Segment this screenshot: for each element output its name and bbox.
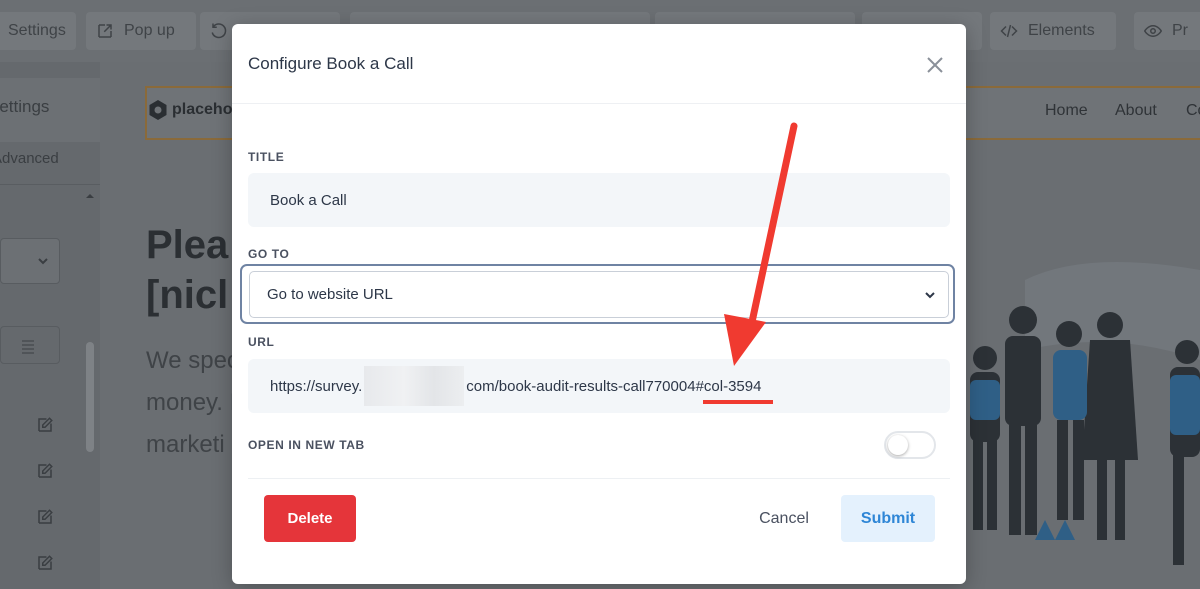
toggle-knob [888,435,908,455]
hexagon-logo-icon [149,100,167,120]
undo-icon [211,23,227,39]
goto-field-label: GO TO [248,247,290,261]
goto-select[interactable]: Go to website URL [249,271,949,318]
toolbar-elements-button[interactable]: Elements [990,12,1116,50]
sidebar-divider [0,184,100,185]
edit-icon[interactable] [36,508,54,526]
url-prefix: https://survey. [270,377,363,395]
title-input-value: Book a Call [270,191,347,209]
goto-select-value: Go to website URL [267,286,393,303]
nav-link-home[interactable]: Home [1045,102,1088,120]
external-edit-icon [98,24,112,38]
goto-select-focus-ring: Go to website URL [240,264,955,324]
site-logo-text: placehol [172,101,237,118]
toolbar-preview-button[interactable]: Pr [1134,12,1200,50]
close-icon [927,57,943,73]
toolbar-elements-label: Elements [1028,22,1095,39]
chevron-down-icon [38,258,48,265]
align-icon [22,340,34,354]
site-logo: placehol [148,99,237,121]
redacted-domain [364,366,465,406]
hero-heading: Plea [nicl [146,220,228,320]
toolbar-popup-label: Pop up [124,22,175,39]
hero-paragraph-line: We spec [146,347,239,374]
toolbar-preview-label: Pr [1172,22,1188,39]
scroll-up-icon [86,194,94,198]
url-field-label: URL [248,335,275,349]
code-icon [1000,24,1018,38]
sidebar-dropdown[interactable] [0,238,60,284]
modal-title: Configure Book a Call [248,54,414,73]
sidebar-scrollbar[interactable] [84,192,96,582]
new-tab-field-label: OPEN IN NEW TAB [248,438,365,452]
url-suffix: com/book-audit-results-call770004 [466,377,696,395]
hero-paragraph-line: money. I [146,389,237,416]
submit-button[interactable]: Submit [841,495,935,542]
sidebar-scroll-thumb[interactable] [86,342,94,452]
nav-link-about[interactable]: About [1115,102,1157,120]
edit-icon[interactable] [36,462,54,480]
eye-icon [1144,24,1162,38]
modal-header: Configure Book a Call [232,24,966,104]
nav-link-contact[interactable]: Co [1186,102,1200,120]
configure-button-modal: Configure Book a Call TITLE Book a Call … [232,24,966,584]
edit-icon[interactable] [36,554,54,572]
toolbar-settings-button[interactable]: Settings [0,12,76,50]
sidebar-settings-tab[interactable]: Settings [0,78,100,142]
toolbar-settings-label: Settings [8,22,66,39]
edit-icon[interactable] [36,416,54,434]
chevron-down-icon [925,292,935,299]
modal-close-button[interactable] [924,54,946,76]
sidebar-align-button[interactable] [0,326,60,364]
url-input[interactable]: https://survey. com/book-audit-results-c… [248,359,950,413]
team-illustration [970,262,1200,565]
sidebar-advanced-tab[interactable]: Advanced [0,150,67,167]
delete-button[interactable]: Delete [264,495,356,542]
hero-heading-line: Plea [146,223,229,267]
hero-paragraph-line: marketi [146,431,225,458]
hero-paragraph: We spec money. I marketi [146,340,239,466]
sidebar-settings-label: Settings [0,97,50,116]
new-tab-toggle[interactable] [884,431,936,459]
url-anchor: #col-3594 [695,377,762,395]
title-input[interactable]: Book a Call [248,173,950,227]
hero-heading-line: [nicl [146,273,229,317]
toolbar-popup-button[interactable]: Pop up [86,12,196,50]
modal-footer-divider [248,478,950,479]
cancel-button[interactable]: Cancel [744,495,824,542]
sidebar-advanced-label: Advanced [0,150,59,167]
title-field-label: TITLE [248,150,285,164]
